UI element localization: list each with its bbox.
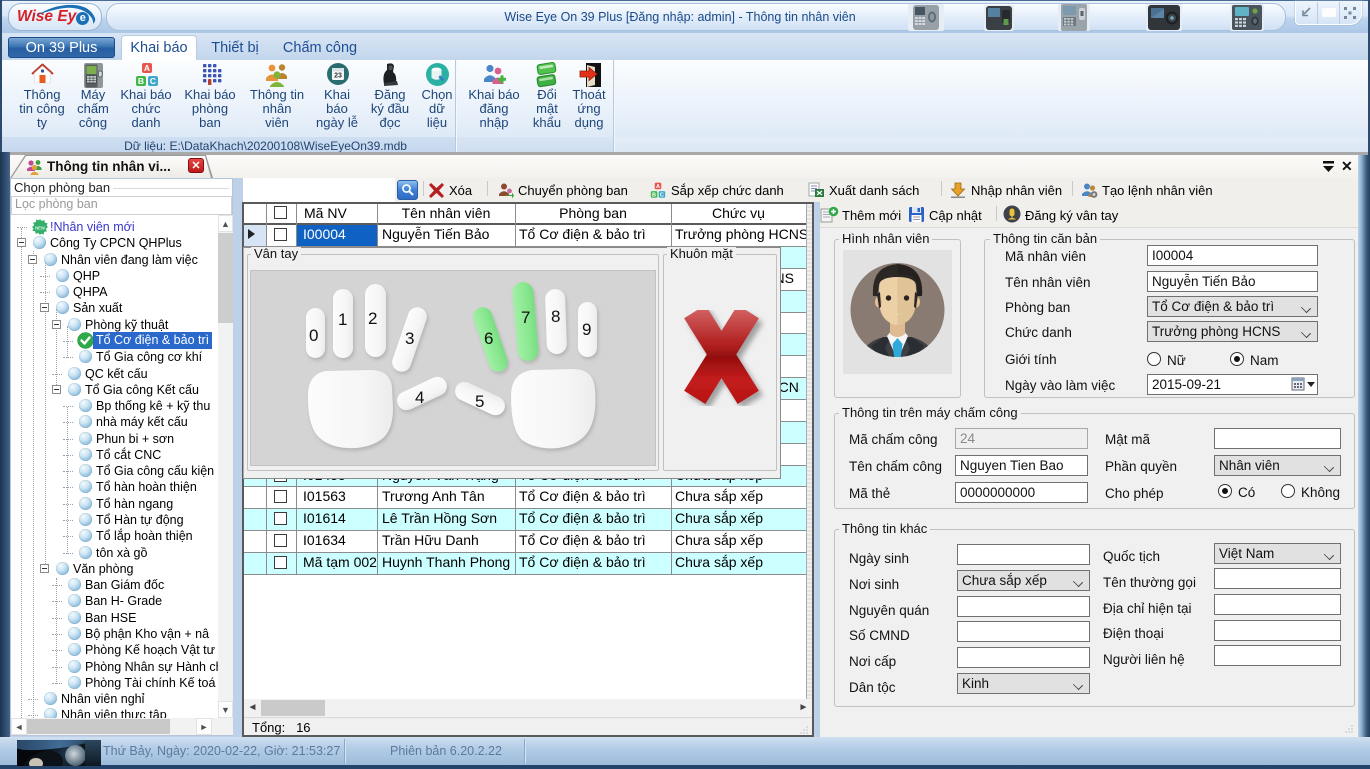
svg-text:4: 4 [415,388,424,407]
svg-text:B: B [652,192,656,198]
svg-text:B: B [138,76,144,86]
svg-text:A: A [656,184,660,190]
svg-text:C: C [150,76,156,86]
svg-text:C: C [660,192,664,198]
svg-text:5: 5 [475,392,484,411]
svg-text:3: 3 [405,329,414,348]
svg-text:9: 9 [582,320,591,339]
svg-text:NEW: NEW [35,226,45,231]
svg-text:A: A [144,63,150,73]
svg-text:2: 2 [368,309,377,328]
svg-text:23: 23 [334,73,342,80]
svg-text:1: 1 [338,310,347,329]
svg-text:6: 6 [484,329,493,348]
svg-text:0: 0 [309,326,318,345]
svg-text:7: 7 [521,308,530,327]
svg-text:8: 8 [551,307,560,326]
